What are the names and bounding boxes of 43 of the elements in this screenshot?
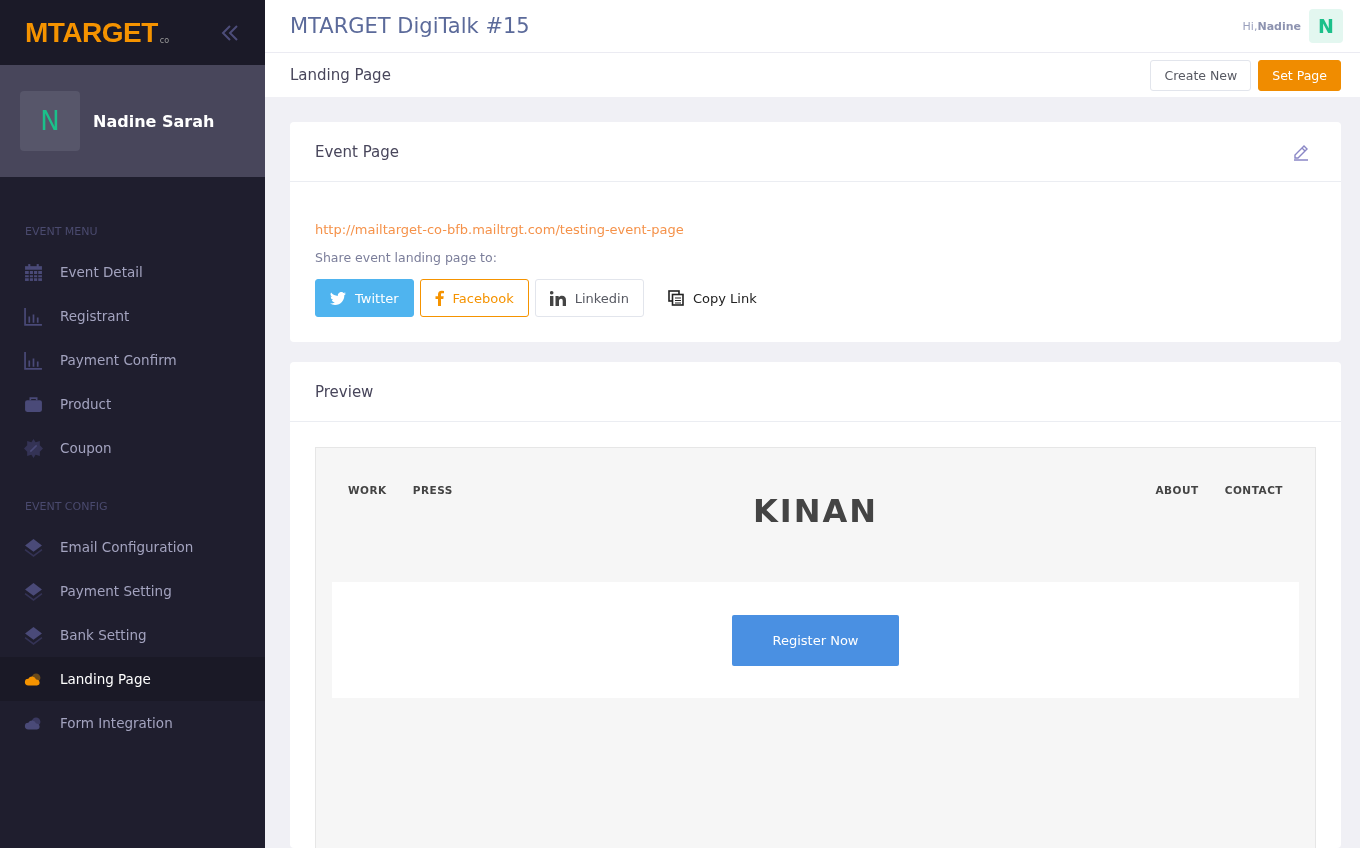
sidebar-item[interactable]: Payment Confirm — [0, 338, 265, 382]
nav-link[interactable]: CONTACT — [1224, 484, 1283, 496]
copy-icon — [667, 290, 684, 306]
calendar-icon — [24, 262, 43, 282]
copy-share-button[interactable]: Copy Link — [649, 279, 771, 317]
discount-badge-icon — [24, 438, 43, 458]
nav-link[interactable]: WORK — [348, 484, 387, 496]
card-title: Event Page — [315, 142, 400, 161]
user-name: Nadine Sarah — [93, 111, 215, 131]
briefcase-icon — [24, 394, 43, 414]
create-new-button[interactable]: Create New — [1150, 59, 1252, 91]
nav-link[interactable]: PRESS — [412, 484, 453, 496]
section-heading: EVENT CONFIG — [24, 500, 109, 513]
user-avatar: N — [20, 91, 80, 151]
sidebar-item[interactable]: Bank Setting — [0, 613, 265, 657]
nav-link[interactable]: ABOUT — [1155, 484, 1199, 496]
logo-wordmark: MTARGET — [25, 16, 158, 49]
linkedin-in-icon — [549, 290, 566, 306]
share-label: Share event landing page to: — [315, 250, 498, 265]
layers-icon — [24, 581, 43, 601]
facebook-f-icon — [434, 290, 444, 306]
page-heading: Landing Page — [290, 66, 391, 85]
logo-suffix: co — [159, 35, 170, 45]
bar-chart-icon — [24, 350, 43, 370]
bar-chart-icon — [24, 306, 43, 326]
bird-icon — [330, 291, 346, 305]
sidebar-item[interactable]: Landing Page — [0, 657, 265, 701]
greeting: Hi,Nadine — [1242, 19, 1301, 33]
section-heading: EVENT MENU — [24, 225, 99, 238]
sidebar-item[interactable]: Form Integration — [0, 701, 265, 745]
collapse-icon[interactable] — [221, 24, 239, 41]
layers-icon — [24, 625, 43, 645]
sidebar-item[interactable]: Email Configuration — [0, 525, 265, 569]
event-title: MTARGET DigiTalk #15 — [290, 14, 530, 39]
sidebar-item[interactable]: Event Detail — [0, 250, 265, 294]
site-logo: KINAN — [753, 492, 878, 530]
sidebar-item[interactable]: Registrant — [0, 294, 265, 338]
card-title: Preview — [315, 382, 374, 401]
sidebar-item[interactable]: Payment Setting — [0, 569, 265, 613]
sidebar-item[interactable]: Product — [0, 382, 265, 426]
linkedin-share-button[interactable]: Linkedin — [534, 279, 644, 317]
layers-icon — [24, 537, 43, 557]
sidebar-item[interactable]: Coupon — [0, 426, 265, 470]
